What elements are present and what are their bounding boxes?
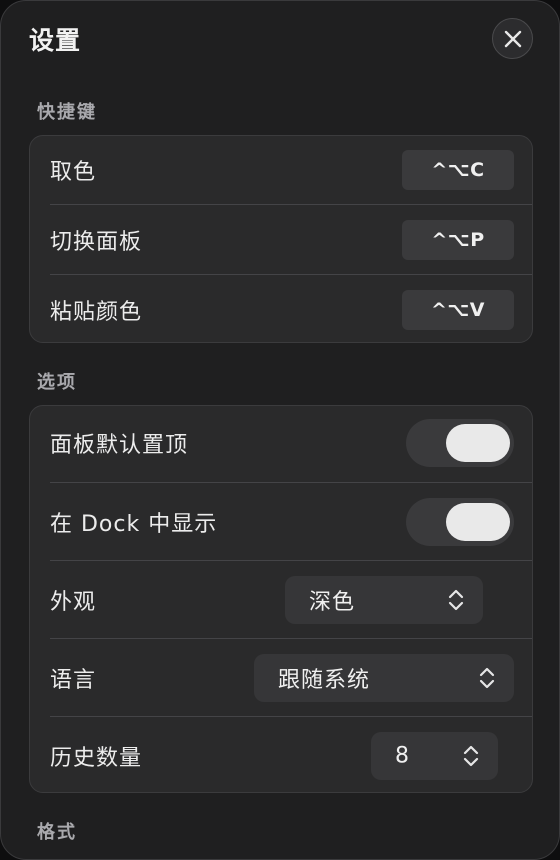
- option-label: 语言: [50, 668, 97, 693]
- select-value: 深色: [309, 590, 356, 615]
- shortcut-label: 粘贴颜色: [50, 300, 143, 325]
- chevron-up-down-icon: [479, 667, 495, 689]
- divider: [50, 274, 532, 275]
- shortcut-recorder-pick-color[interactable]: ^⌥C: [402, 150, 514, 190]
- option-label: 历史数量: [50, 746, 143, 771]
- section-label-format: 格式: [37, 822, 77, 843]
- section-label-options: 选项: [37, 372, 77, 393]
- option-label: 在 Dock 中显示: [50, 512, 218, 537]
- select-value: 跟随系统: [278, 668, 371, 693]
- shortcuts-card: 取色 ^⌥C 切换面板 ^⌥P 粘贴颜色 ^⌥V: [29, 135, 533, 343]
- close-icon: [504, 30, 521, 47]
- window-title: 设置: [29, 26, 82, 55]
- divider: [50, 482, 532, 483]
- select-value: 8: [395, 743, 410, 769]
- divider: [50, 560, 532, 561]
- history-count-select[interactable]: 8: [371, 732, 498, 780]
- language-select[interactable]: 跟随系统: [254, 654, 514, 702]
- shortcut-label: 取色: [50, 160, 97, 185]
- show-in-dock-toggle[interactable]: [406, 498, 514, 546]
- settings-window: 设置 快捷键 取色 ^⌥C 切换面板 ^⌥P 粘贴颜色 ^⌥V 选项 面板默认置…: [0, 0, 560, 860]
- divider: [50, 204, 532, 205]
- chevron-up-down-icon: [463, 745, 479, 767]
- option-label: 面板默认置顶: [50, 433, 189, 458]
- shortcut-recorder-paste-color[interactable]: ^⌥V: [402, 290, 514, 330]
- shortcut-label: 切换面板: [50, 230, 143, 255]
- close-button[interactable]: [492, 18, 533, 59]
- divider: [50, 716, 532, 717]
- toggle-knob: [446, 503, 510, 541]
- chevron-up-down-icon: [448, 589, 464, 611]
- shortcut-recorder-toggle-panel[interactable]: ^⌥P: [402, 220, 514, 260]
- section-label-shortcuts: 快捷键: [37, 102, 97, 123]
- options-card: 面板默认置顶 在 Dock 中显示 外观 深色 语言 跟随系统 历史数量 8: [29, 405, 533, 793]
- toggle-knob: [446, 424, 510, 462]
- option-label: 外观: [50, 590, 97, 615]
- appearance-select[interactable]: 深色: [285, 576, 483, 624]
- pin-panel-toggle[interactable]: [406, 419, 514, 467]
- divider: [50, 638, 532, 639]
